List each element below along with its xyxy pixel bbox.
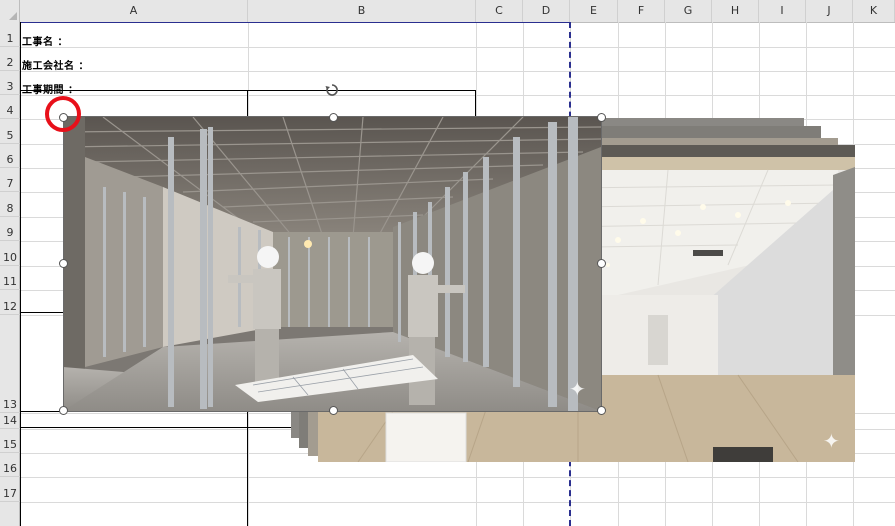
column-header-h[interactable]: H [712,0,759,22]
resize-handle-right[interactable] [597,259,606,268]
form-border-row14 [20,427,310,428]
form-border-row12 [20,312,64,313]
resize-handle-bottom[interactable] [329,406,338,415]
cell-a1-project-name[interactable]: 工事名 ： [22,33,68,48]
row-header-15[interactable]: 15 [0,429,20,453]
resize-handle-left[interactable] [59,259,68,268]
column-header-g[interactable]: G [665,0,712,22]
selection-frame [63,116,602,412]
cell-a2-contractor[interactable]: 施工会社名 ： [22,57,89,72]
row-header-12[interactable]: 12 [0,290,20,315]
row-header-6[interactable]: 6 [0,144,20,168]
highlight-circle [45,96,81,132]
form-border-row4 [20,90,476,91]
column-header-f[interactable]: F [618,0,665,22]
form-border-left [20,22,21,526]
resize-handle-top-right[interactable] [597,113,606,122]
select-all-button[interactable] [0,0,20,22]
column-header-d[interactable]: D [523,0,570,22]
row-header-13[interactable]: 13 [0,315,20,413]
row-header-1[interactable]: 1 [0,22,20,47]
column-header-a[interactable]: A [20,0,248,22]
resize-handle-bottom-left[interactable] [59,406,68,415]
row-header-10[interactable]: 10 [0,241,20,266]
column-header-i[interactable]: I [759,0,806,22]
row-header-8[interactable]: 8 [0,192,20,217]
sparkle-icon: ✦ [823,429,840,453]
resize-handle-bottom-right[interactable] [597,406,606,415]
row-header-bar: 1 2 3 4 5 6 7 8 9 10 11 12 13 14 15 16 1… [0,22,20,526]
row-header-16[interactable]: 16 [0,453,20,477]
row-header-7[interactable]: 7 [0,168,20,192]
column-header-c[interactable]: C [476,0,523,22]
row-header-2[interactable]: 2 [0,47,20,71]
cell-a3-period[interactable]: 工事期間 ： [22,81,78,96]
resize-handle-top[interactable] [329,113,338,122]
print-area-top [20,22,570,23]
row-header-5[interactable]: 5 [0,119,20,144]
row-header-3[interactable]: 3 [0,71,20,95]
row-header-11[interactable]: 11 [0,266,20,290]
row-header-4[interactable]: 4 [0,95,20,119]
row-header-17[interactable]: 17 [0,477,20,502]
column-header-b[interactable]: B [248,0,476,22]
row-header-9[interactable]: 9 [0,217,20,241]
row-header-14[interactable]: 14 [0,413,20,429]
column-header-j[interactable]: J [806,0,853,22]
rotate-icon[interactable] [325,83,339,97]
column-header-e[interactable]: E [570,0,618,22]
column-header-k[interactable]: K [853,0,895,22]
column-header-bar: A B C D E F G H I J K [0,0,895,23]
